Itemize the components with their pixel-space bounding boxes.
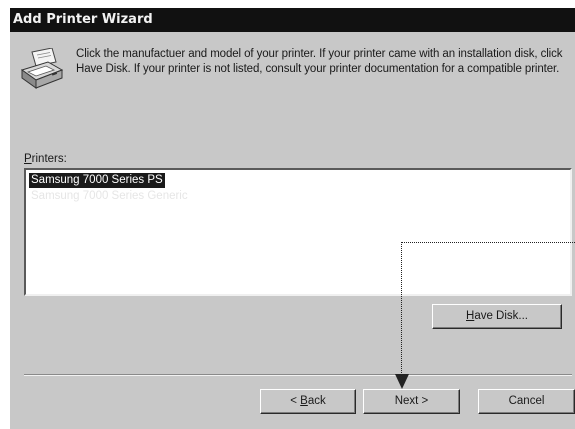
add-printer-wizard-window: Add Printer Wizard Click the manufactuer…: [10, 8, 575, 429]
printer-list-item[interactable]: Samsung 7000 Series PS: [29, 173, 165, 188]
printer-icon: [18, 47, 64, 92]
footer-separator: [24, 374, 572, 376]
printers-label-accel: P: [24, 153, 32, 165]
guide-line-horizontal: [402, 242, 575, 243]
printers-listbox[interactable]: Samsung 7000 Series PS Samsung 7000 Seri…: [24, 168, 572, 296]
title-bar[interactable]: Add Printer Wizard: [10, 8, 575, 32]
printers-label: Printers:: [24, 153, 67, 165]
arrow-down-icon: [394, 373, 410, 390]
intro-text: Click the manufactuer and model of your …: [76, 48, 563, 75]
have-disk-rest: ave Disk...: [474, 310, 528, 322]
cancel-button-label: Cancel: [508, 395, 545, 407]
back-prefix: <: [290, 395, 301, 407]
cancel-button[interactable]: Cancel: [478, 389, 575, 414]
guide-line-vertical: [401, 242, 402, 375]
back-accel: B: [300, 395, 308, 407]
next-button-label: Next >: [394, 395, 429, 407]
back-button[interactable]: < Back: [260, 389, 356, 414]
next-button[interactable]: Next >: [363, 389, 460, 414]
have-disk-button[interactable]: Have Disk...: [432, 304, 562, 329]
window-title: Add Printer Wizard: [13, 12, 153, 27]
printer-list-item[interactable]: Samsung 7000 Series Generic: [29, 189, 190, 204]
printers-label-rest: rinters:: [31, 153, 67, 165]
back-rest: ack: [307, 395, 326, 407]
